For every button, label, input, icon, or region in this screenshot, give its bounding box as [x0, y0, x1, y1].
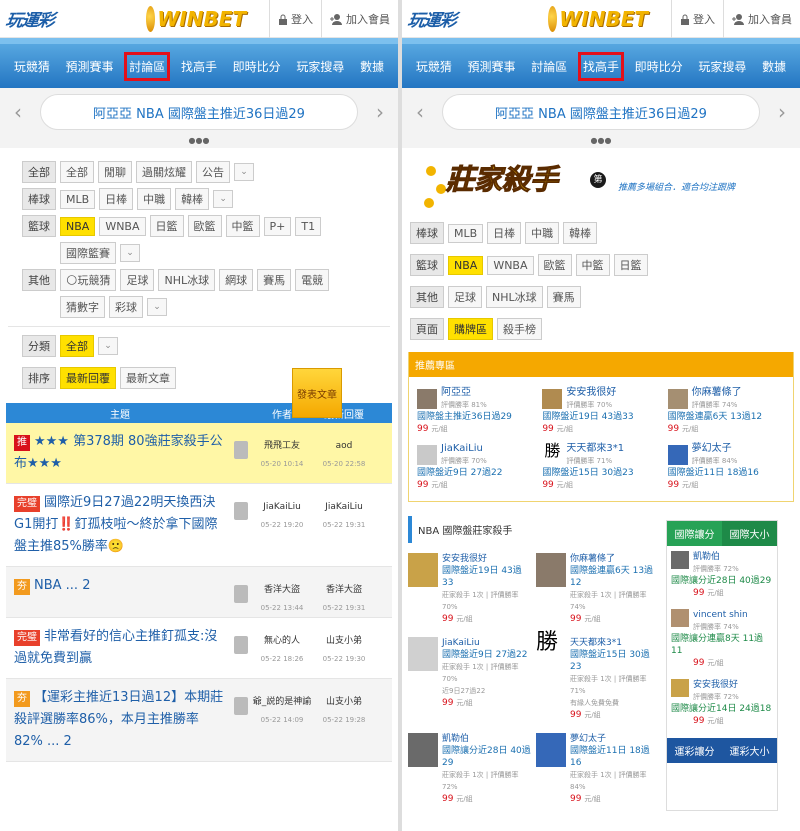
expert-card[interactable]: 你麻薯條了 評價勝率 74% 國際盤連贏6天 13過12 99 元/組 — [664, 383, 789, 439]
nav-item-forum[interactable]: 討論區 — [124, 51, 171, 81]
expert-card[interactable]: 安安我很好 評價勝率 70% 國際盤近19日 43過33 99 元/組 — [538, 383, 663, 439]
main-nav: 玩競猜 預測賽事 討論區 找高手 即時比分 玩家搜尋 數據 — [0, 38, 398, 88]
tab-lottery-spread[interactable]: 運彩讓分 — [667, 738, 722, 763]
side-rank-panel: 國際讓分 國際大小 凱勒伯 評價勝率 72% 國際讓分近28日 40過29 99 元/組… — [666, 520, 778, 811]
expert-card[interactable]: 夢幻太子 國際盤近11日 18過16 莊家殺手 1次 | 評價勝率 84% 99 元/… — [534, 727, 662, 811]
site-logo[interactable]: 玩運彩 — [406, 6, 458, 31]
nav-item[interactable]: 數據 — [357, 54, 387, 79]
shark-banner: 莊家殺手 第 推薦多場組合．適合均注跟牌 — [422, 154, 780, 216]
avatar — [234, 697, 248, 715]
table-row[interactable]: 夯【運彩主推近13日過12】本期莊殺評選勝率86%，本月主推勝率82% ... … — [6, 679, 392, 762]
filter-baseball: 棒球 MLB 日棒 中職 韓棒 — [410, 222, 800, 244]
top-bar: 玩運彩 WINBET 登入 加入會員 — [0, 0, 398, 38]
side-item[interactable]: vincent shin 評價勝率 74% 國際讓分連贏8天 11過11 99 元/組 — [667, 604, 777, 674]
login-button[interactable]: 登入 — [671, 0, 723, 38]
recommend-panel: 推薦專區 阿亞亞 評價勝率 81% 國際盤主推近36日過29 99 元/組 安安我很好… — [408, 352, 794, 502]
nav-item[interactable]: 討論區 — [528, 54, 570, 79]
expert-card[interactable]: 阿亞亞 評價勝率 81% 國際盤主推近36日過29 99 元/組 — [413, 383, 538, 439]
table-row[interactable]: 夯 NBA ... 2 香洋大盜 05-22 13:44 香洋大盜 05-22 19:31 — [6, 567, 392, 618]
tag-guess[interactable]: 🌕玩競猜 — [60, 269, 117, 291]
nav-item[interactable]: 玩家搜尋 — [293, 54, 347, 79]
login-button[interactable]: 登入 — [269, 0, 321, 38]
expert-card[interactable]: JiaKaiLiu 評價勝率 70% 國際盤近9日 27過22 99 元/組 — [413, 439, 538, 495]
carousel-dots: ●●● — [0, 136, 398, 148]
filter-page: 頁面 購牌區 殺手榜 — [410, 318, 800, 340]
filter-baseball: 棒球 MLB 日棒 中職 韓棒 ⌄ — [22, 188, 398, 210]
lock-icon — [681, 14, 689, 25]
right-screen: 玩運彩 WINBET 登入 加入會員 玩競猜 預測賽事 討論區 找高手 即時比分… — [402, 0, 800, 831]
bird-icon — [146, 6, 156, 32]
filter-basketball: 籃球 NBA WNBA 歐籃 中籃 日籃 — [410, 254, 800, 276]
bird-icon — [548, 6, 558, 32]
expert-card[interactable]: 夢幻太子 評價勝率 84% 國際盤近11日 18過16 99 元/組 — [664, 439, 789, 495]
chevron-left-icon[interactable]: ‹ — [416, 100, 424, 124]
filter-basketball: 籃球 NBA WNBA 日籃 歐籃 中籃 P+ T1 — [22, 215, 398, 237]
carousel-dots: ●●● — [402, 136, 800, 148]
main-nav: 玩競猜 預測賽事 討論區 找高手 即時比分 玩家搜尋 數據 — [402, 38, 800, 88]
chevron-right-icon[interactable]: › — [376, 100, 384, 124]
avatar — [542, 389, 563, 409]
nav-item-experts[interactable]: 找高手 — [577, 51, 624, 81]
site-logo[interactable]: 玩運彩 — [4, 6, 56, 31]
table-row[interactable]: 完璧 國際近9日27過22明天換西決G1開打‼️釘孤枝啦～終於拿下國際盤主推85%… — [6, 484, 392, 567]
add-user-icon — [330, 13, 342, 25]
banner: ‹ 阿亞亞 NBA 國際盤主推近36日過29 › — [0, 88, 398, 136]
expert-card[interactable]: 你麻薯條了 國際盤連贏6天 13過12 莊家殺手 1次 | 評價勝率 74% 99 元… — [534, 547, 662, 631]
nav-item[interactable]: 數據 — [759, 54, 789, 79]
chevron-down-icon[interactable]: ⌄ — [213, 190, 234, 208]
filter-all: 全部 全部 閒聊 過關炫耀 公告 ⌄ — [22, 161, 398, 183]
nav-item[interactable]: 預測賽事 — [465, 54, 519, 79]
left-screen: 玩運彩 WINBET 登入 加入會員 玩競猜 預測賽事 討論區 找高手 即時比分… — [0, 0, 398, 831]
nav-item[interactable]: 玩競猜 — [413, 54, 455, 79]
nav-item[interactable]: 即時比分 — [230, 54, 284, 79]
join-button[interactable]: 加入會員 — [321, 0, 398, 38]
table-row[interactable]: 完璧 非常看好的信心主推釘孤支:沒過就免費到贏 無心的人 05-22 18:26 山支小… — [6, 618, 392, 679]
post-article-button[interactable]: 發表文章 — [292, 368, 342, 418]
tab-intl-total[interactable]: 國際大小 — [722, 521, 777, 546]
nav-item[interactable]: 玩競猜 — [11, 54, 53, 79]
chevron-down-icon[interactable]: ⌄ — [234, 163, 254, 181]
nav-item[interactable]: 即時比分 — [632, 54, 686, 79]
side-item[interactable]: 安安我很好 評價勝率 72% 國際讓分近14日 24過18 99 元/組 — [667, 674, 777, 732]
avatar — [234, 585, 248, 603]
tab-lottery-total[interactable]: 運彩大小 — [722, 738, 777, 763]
chevron-down-icon[interactable]: ⌄ — [120, 244, 140, 262]
expert-card[interactable]: 勝天天都來3*1 國際盤近15日 30過23 莊家殺手 1次 | 評價勝率 71% 有… — [534, 631, 662, 727]
join-button[interactable]: 加入會員 — [723, 0, 800, 38]
nav-item[interactable]: 預測賽事 — [63, 54, 117, 79]
avatar — [234, 502, 248, 520]
filter-other: 其他 足球 NHL冰球 賽馬 — [410, 286, 800, 308]
nav-item[interactable]: 找高手 — [178, 54, 220, 79]
avatar — [667, 389, 688, 409]
banner-text[interactable]: 阿亞亞 NBA 國際盤主推近36日過29 — [442, 94, 760, 130]
winbet-logo[interactable]: WINBET — [146, 4, 246, 34]
nav-item[interactable]: 玩家搜尋 — [695, 54, 749, 79]
chevron-down-icon[interactable]: ⌄ — [147, 298, 167, 316]
add-user-icon — [732, 13, 744, 25]
table-row[interactable]: 推 ★★★ 第378期 80強莊家殺手公布★★★ 飛飛工友 05-20 10:14 ao… — [6, 423, 392, 484]
avatar: 勝 — [542, 443, 563, 465]
winbet-logo[interactable]: WINBET — [548, 4, 648, 34]
tab-intl-spread[interactable]: 國際讓分 — [667, 521, 722, 546]
nba-section-title: NBA 國際盤莊家殺手 — [408, 516, 660, 543]
chevron-right-icon[interactable]: › — [778, 100, 786, 124]
chevron-left-icon[interactable]: ‹ — [14, 100, 22, 124]
avatar — [234, 441, 248, 459]
avatar — [667, 445, 688, 465]
side-item[interactable]: 凱勒伯 評價勝率 72% 國際讓分近28日 40過29 99 元/組 — [667, 546, 777, 604]
top-bar: 玩運彩 WINBET 登入 加入會員 — [402, 0, 800, 38]
lock-icon — [279, 14, 287, 25]
filter-other: 其他 🌕玩競猜 足球 NHL冰球 網球 賽馬 電競 — [22, 269, 398, 291]
avatar — [417, 389, 437, 409]
avatar — [234, 636, 248, 654]
expert-card[interactable]: JiaKaiLiu 國際盤近9日 27過22 莊家殺手 1次 | 評價勝率 70% 近… — [406, 631, 534, 727]
expert-card[interactable]: 凱勒伯 國際讓分近28日 40過29 莊家殺手 1次 | 評價勝率 72% 99 元/… — [406, 727, 534, 811]
filter-category: 分類 全部 ⌄ — [22, 335, 398, 357]
avatar — [417, 445, 437, 465]
chevron-down-icon[interactable]: ⌄ — [98, 337, 118, 355]
banner: ‹ 阿亞亞 NBA 國際盤主推近36日過29 › — [402, 88, 800, 136]
banner-text[interactable]: 阿亞亞 NBA 國際盤主推近36日過29 — [40, 94, 358, 130]
expert-card[interactable]: 勝天天都來3*1 評價勝率 71% 國際盤近15日 30過23 99 元/組 — [538, 439, 663, 495]
expert-card[interactable]: 安安我很好 國際盤近19日 43過33 莊家殺手 1次 | 評價勝率 70% 99 元… — [406, 547, 534, 631]
